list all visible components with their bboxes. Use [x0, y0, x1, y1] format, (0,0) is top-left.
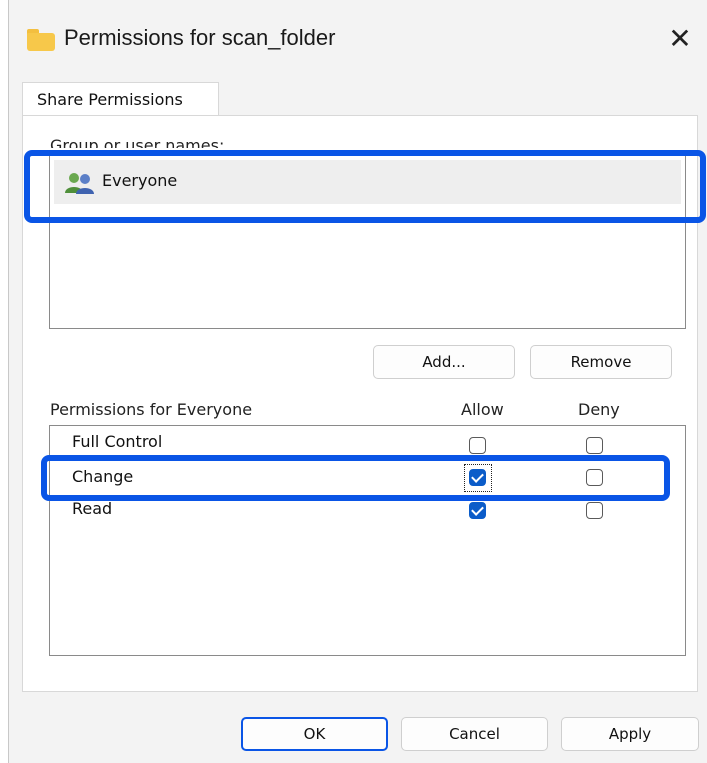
- permission-name-change: Change: [72, 467, 134, 486]
- remove-button[interactable]: Remove: [530, 345, 672, 379]
- tab-share-permissions[interactable]: Share Permissions: [22, 82, 219, 116]
- permission-name-full-control: Full Control: [72, 432, 163, 451]
- permissions-dialog: Permissions for scan_folder ✕ Share Perm…: [8, 0, 707, 763]
- apply-button[interactable]: Apply: [561, 717, 699, 751]
- group-or-user-names-label: Group or user names:: [50, 136, 225, 148]
- full-control-allow-checkbox[interactable]: [469, 437, 486, 454]
- close-button[interactable]: ✕: [663, 22, 697, 56]
- permissions-list: Full Control Change Read: [49, 425, 686, 656]
- user-name: Everyone: [102, 171, 178, 190]
- cancel-button[interactable]: Cancel: [401, 717, 548, 751]
- window-title: Permissions for scan_folder: [64, 25, 336, 50]
- change-deny-checkbox[interactable]: [586, 469, 603, 486]
- permissions-header: Permissions for Everyone: [50, 400, 253, 419]
- allow-column-header: Allow: [461, 400, 504, 419]
- folder-icon: [27, 29, 55, 51]
- title-bar[interactable]: Permissions for scan_folder ✕: [9, 0, 707, 72]
- change-allow-checkbox[interactable]: [469, 469, 486, 486]
- user-list[interactable]: Everyone: [49, 154, 686, 329]
- full-control-deny-checkbox[interactable]: [586, 437, 603, 454]
- user-list-item-everyone[interactable]: Everyone: [54, 160, 681, 204]
- deny-column-header: Deny: [578, 400, 620, 419]
- ok-button[interactable]: OK: [241, 717, 388, 751]
- permission-name-read: Read: [72, 499, 113, 518]
- add-button[interactable]: Add...: [373, 345, 515, 379]
- read-allow-checkbox[interactable]: [469, 502, 486, 519]
- read-deny-checkbox[interactable]: [586, 502, 603, 519]
- users-group-icon: [65, 173, 94, 194]
